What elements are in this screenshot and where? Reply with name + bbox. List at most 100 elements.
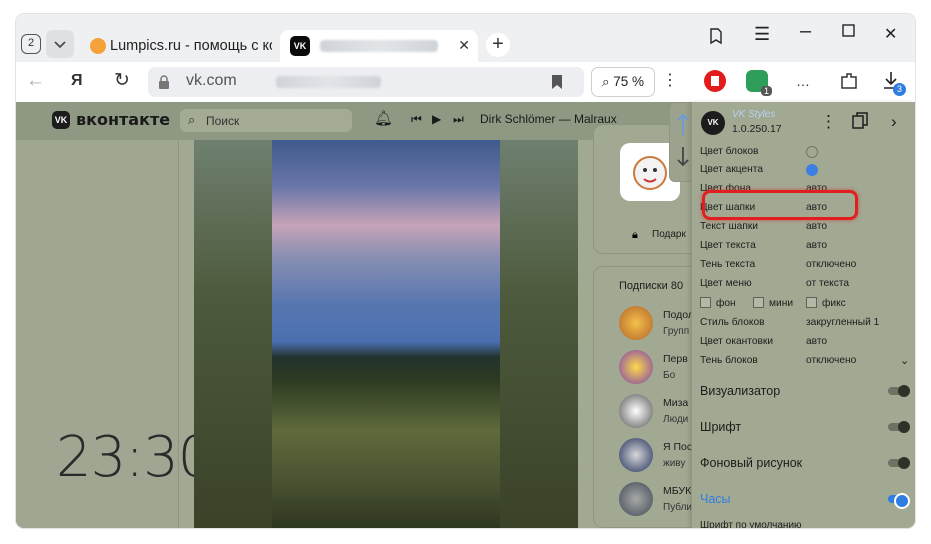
- tab-title: Lumpics.ru - помощь с ком: [110, 38, 272, 54]
- url-text: vk.com: [186, 72, 237, 89]
- section-clock[interactable]: Часы: [700, 485, 910, 515]
- setting-value[interactable]: авто: [806, 240, 827, 251]
- background-image-toggle[interactable]: [888, 457, 910, 469]
- bell-icon[interactable]: 🔔︎: [374, 109, 393, 127]
- section-background-image[interactable]: Фоновый рисунок: [700, 449, 910, 479]
- prev-track-icon[interactable]: ⏮: [411, 112, 422, 127]
- setting-label: Тень текста: [700, 259, 756, 270]
- section-visualizer[interactable]: Визуализатор: [700, 377, 910, 407]
- setting-menu-color[interactable]: Цвет меню от текста: [700, 276, 910, 294]
- font-toggle[interactable]: [888, 421, 910, 433]
- tab-count-button[interactable]: 2: [21, 34, 41, 54]
- sub-name: Подол: [663, 309, 693, 321]
- checkbox-mini[interactable]: мини: [753, 297, 793, 309]
- setting-value[interactable]: отключено: [806, 259, 856, 270]
- section-label: Визуализатор: [700, 384, 781, 398]
- back-arrow-icon[interactable]: ←: [26, 70, 45, 92]
- shield-extension-icon[interactable]: 1: [746, 70, 772, 96]
- bookmarks-panel-icon[interactable]: [708, 27, 724, 49]
- checkbox-box: [700, 297, 711, 308]
- tab-lumpics[interactable]: Lumpics.ru - помощь с ком: [82, 30, 272, 62]
- maximize-icon[interactable]: [842, 24, 856, 42]
- next-track-icon[interactable]: ⏭: [453, 112, 464, 127]
- section-label: Фоновый рисунок: [700, 456, 803, 470]
- subs-count: 80: [670, 280, 684, 292]
- minimize-icon[interactable]: –: [800, 20, 811, 43]
- more-vertical-icon[interactable]: ⋮: [820, 112, 837, 132]
- gift-label: Подарк: [652, 229, 686, 240]
- checkbox-bg[interactable]: фон: [700, 297, 736, 309]
- reload-icon[interactable]: ↻: [114, 70, 130, 92]
- clock-toggle[interactable]: [888, 493, 910, 509]
- color-swatch[interactable]: [806, 146, 818, 158]
- subs-title: Подписки: [619, 280, 668, 292]
- setting-label: Тень блоков: [700, 355, 758, 366]
- checkbox-fix[interactable]: фикс: [806, 297, 846, 309]
- setting-header-text[interactable]: Текст шапки авто: [700, 219, 910, 237]
- menu-icon[interactable]: ☰: [754, 24, 770, 45]
- vk-brand[interactable]: вконтакте: [76, 110, 170, 129]
- setting-value[interactable]: от текста: [806, 278, 849, 289]
- extensions-overflow-icon[interactable]: …: [796, 70, 810, 92]
- subscriptions-title[interactable]: Подписки 80: [619, 280, 683, 292]
- setting-value[interactable]: отключено: [806, 355, 856, 366]
- accent-swatch[interactable]: [806, 164, 818, 176]
- checkbox-box: [753, 297, 764, 308]
- extension-badge: 1: [760, 86, 772, 96]
- setting-label: Текст шапки: [700, 221, 758, 232]
- setting-label: Цвет акцента: [700, 164, 764, 175]
- adblock-extension-icon[interactable]: [704, 70, 726, 92]
- new-tab-button[interactable]: +: [486, 33, 510, 57]
- address-field[interactable]: vk.com: [148, 67, 584, 97]
- setting-value[interactable]: авто: [806, 336, 827, 347]
- now-playing[interactable]: Dirk Schlömer — Malraux: [480, 112, 617, 126]
- yandex-icon[interactable]: Я: [71, 70, 83, 92]
- checkbox-box: [806, 297, 817, 308]
- blurred-page-title: [276, 76, 381, 88]
- zoom-level: 75 %: [613, 74, 645, 89]
- chevron-right-icon[interactable]: ›: [891, 112, 897, 132]
- play-icon[interactable]: ▶: [432, 112, 441, 126]
- clock-widget: 23:30: [56, 425, 213, 490]
- setting-block-shadow[interactable]: Тень блоков отключено ⌄: [700, 353, 910, 371]
- chevron-down-icon[interactable]: ⌄: [900, 354, 909, 367]
- setting-block-color[interactable]: Цвет блоков: [700, 144, 910, 162]
- tab-bar: 2 Lumpics.ru - помощь с ком VK ✕ + ☰ – ✕: [16, 14, 915, 62]
- cut-off-setting[interactable]: Шрифт по умолчанию: [700, 520, 802, 528]
- vk-styles-logo-icon: VK: [701, 111, 725, 135]
- sub-desc: Бо: [663, 370, 676, 381]
- tab-list-button[interactable]: [46, 30, 74, 58]
- avatar: [619, 350, 653, 384]
- chevron-down-icon: [54, 41, 66, 49]
- setting-text-color[interactable]: Цвет текста авто: [700, 238, 910, 256]
- sub-name: Миза: [663, 397, 689, 409]
- setting-label: Цвет блоков: [700, 146, 759, 157]
- checkbox-label: фон: [716, 298, 736, 309]
- sub-desc: Публи: [663, 502, 692, 513]
- copy-icon[interactable]: [852, 112, 868, 135]
- puzzle-extension-icon[interactable]: [838, 70, 860, 92]
- setting-value[interactable]: авто: [806, 221, 827, 232]
- vk-logo-icon[interactable]: VK: [52, 111, 70, 129]
- section-label: Шрифт: [700, 420, 742, 434]
- bookmark-icon[interactable]: [550, 74, 564, 90]
- close-tab-icon[interactable]: ✕: [458, 37, 470, 54]
- downloads-icon[interactable]: 3: [880, 70, 906, 96]
- zoom-button[interactable]: ⌕ 75 %: [591, 67, 655, 97]
- wheat-field-photo[interactable]: [272, 140, 500, 528]
- setting-value[interactable]: закругленный 1: [806, 317, 879, 328]
- setting-border-color[interactable]: Цвет окантовки авто: [700, 334, 910, 352]
- highlight-frame: [702, 190, 858, 220]
- visualizer-toggle[interactable]: [888, 385, 910, 397]
- checkbox-label: фикс: [822, 298, 846, 309]
- close-window-icon[interactable]: ✕: [884, 24, 897, 44]
- setting-text-shadow[interactable]: Тень текста отключено: [700, 257, 910, 275]
- more-icon[interactable]: ⋮: [662, 70, 678, 92]
- vk-search-input[interactable]: ⌕ Поиск: [180, 109, 352, 132]
- checkbox-row: фон мини фикс: [700, 296, 910, 314]
- section-font[interactable]: Шрифт: [700, 413, 910, 443]
- address-bar-row: ← Я ↻ vk.com ⌕ 75 % ⋮ 1 … 3: [16, 62, 915, 102]
- setting-block-style[interactable]: Стиль блоков закругленный 1: [700, 315, 910, 333]
- setting-accent-color[interactable]: Цвет акцента: [700, 162, 910, 180]
- tab-vk[interactable]: VK ✕: [280, 30, 478, 62]
